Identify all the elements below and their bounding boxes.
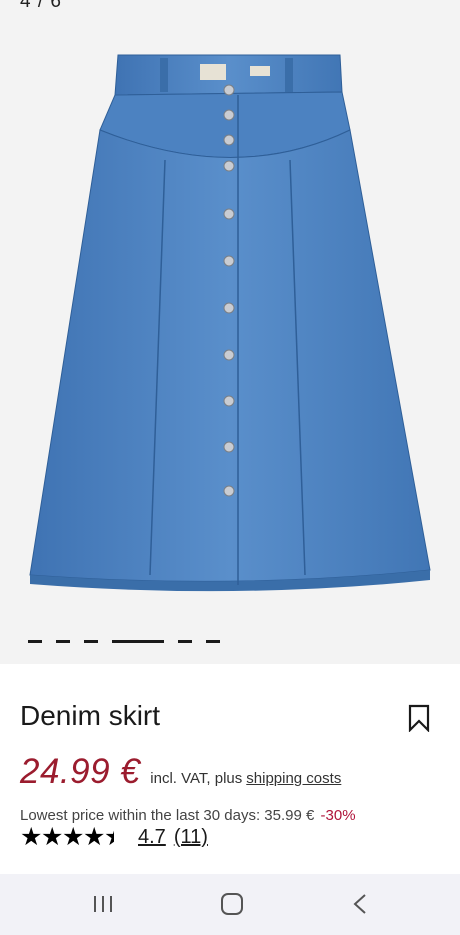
star-icon: ★ (83, 823, 106, 851)
pagination-dot[interactable] (84, 640, 98, 643)
review-count-link[interactable]: (11) (174, 826, 208, 849)
recent-apps-icon[interactable] (92, 892, 114, 916)
bookmark-icon[interactable] (406, 704, 432, 732)
pagination-dot[interactable] (28, 640, 42, 643)
back-icon[interactable] (350, 892, 370, 916)
rating-value-link[interactable]: 4.7 (138, 826, 166, 849)
product-title: Denim skirt (20, 700, 161, 731)
pagination-dot-active[interactable] (112, 640, 164, 643)
product-price: 24.99 € (20, 752, 141, 791)
system-navigation-bar (0, 874, 460, 935)
star-icon: ★ (41, 823, 64, 851)
lowest-price-info: Lowest price within the last 30 days: 35… (20, 807, 356, 824)
discount-badge: -30% (320, 807, 356, 824)
product-image-gallery[interactable]: 4 / 6 (0, 0, 460, 664)
lowest-price-text: Lowest price within the last 30 days: 35… (20, 807, 315, 824)
pagination-dot[interactable] (56, 640, 70, 643)
star-rating: ★ ★ ★ ★ ★ (20, 825, 114, 850)
gallery-pagination (28, 640, 220, 643)
star-icon: ★ (20, 823, 43, 851)
product-image (29, 54, 431, 592)
pagination-dot[interactable] (206, 640, 220, 643)
half-star-icon: ★ (104, 825, 114, 850)
home-icon[interactable] (220, 892, 244, 916)
star-icon: ★ (62, 823, 85, 851)
rating-row: ★ ★ ★ ★ ★ 4.7 (11) (20, 825, 208, 850)
price-row: 24.99 € incl. VAT, plus shipping costs (20, 752, 341, 792)
vat-text: incl. VAT, plus (150, 770, 243, 787)
shipping-costs-link[interactable]: shipping costs (246, 770, 341, 787)
pagination-dot[interactable] (178, 640, 192, 643)
